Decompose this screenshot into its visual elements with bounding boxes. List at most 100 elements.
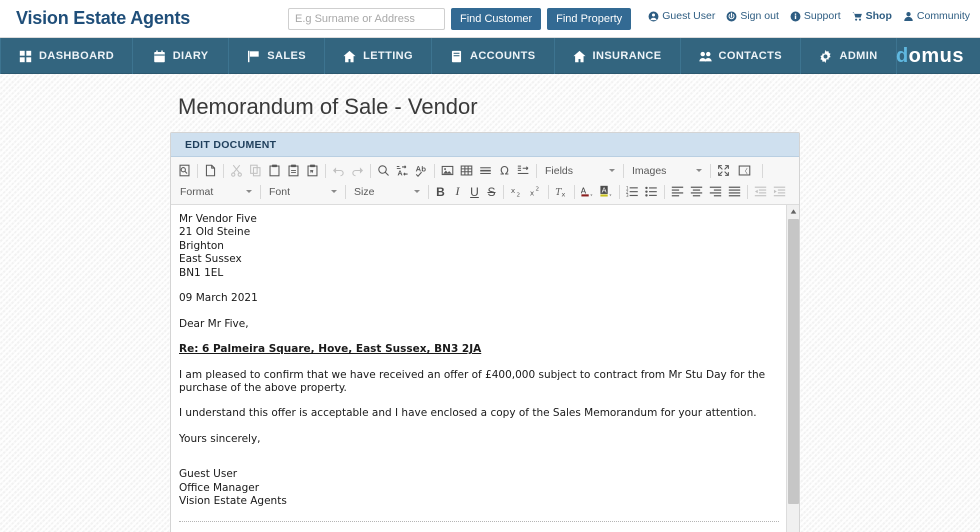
redo-icon[interactable] (348, 162, 367, 180)
person-icon (903, 11, 914, 22)
search-input[interactable] (288, 8, 445, 30)
preview-icon[interactable] (175, 162, 194, 180)
help-button[interactable] (766, 162, 783, 180)
grid-icon (19, 50, 32, 63)
header-search-group: Find Customer Find Property (288, 8, 632, 30)
nav-item-dashboard[interactable]: DASHBOARD (0, 38, 134, 74)
size-dropdown-label: Size (354, 185, 375, 198)
document-scrollbar[interactable] (786, 205, 799, 532)
toolbar-separator (223, 163, 224, 178)
user-circle-icon (648, 11, 659, 22)
page-title: Memorandum of Sale - Vendor (178, 94, 478, 119)
users-icon (698, 50, 712, 63)
paste-word-icon[interactable] (303, 162, 322, 180)
bold-button[interactable]: B (432, 183, 449, 201)
header-link-guest-user[interactable]: Guest User (648, 10, 715, 22)
special-char-icon[interactable]: Ω (495, 162, 514, 180)
align-center-icon[interactable] (687, 183, 706, 201)
subscript-icon[interactable]: x2 (507, 183, 526, 201)
images-dropdown[interactable]: Images (627, 161, 707, 180)
horizontal-rule-icon[interactable] (476, 162, 495, 180)
size-dropdown[interactable]: Size (349, 182, 425, 201)
nav-item-sales[interactable]: SALES (229, 38, 326, 74)
cut-icon[interactable] (227, 162, 246, 180)
document-content[interactable]: Mr Vendor Five 21 Old Steine Brighton Ea… (171, 205, 799, 532)
undo-icon[interactable] (329, 162, 348, 180)
align-justify-icon[interactable] (725, 183, 744, 201)
scroll-up-icon[interactable] (789, 207, 798, 216)
power-icon (726, 11, 737, 22)
toolbar-separator (503, 184, 504, 199)
page-break-icon[interactable] (514, 162, 533, 180)
numbered-list-icon[interactable]: 123 (623, 183, 642, 201)
flag-icon (247, 50, 260, 63)
scrollbar-thumb[interactable] (788, 219, 799, 504)
find-property-button[interactable]: Find Property (547, 8, 632, 30)
toolbar-separator (325, 163, 326, 178)
svg-text:3: 3 (626, 193, 629, 198)
document-date: 09 March 2021 (179, 292, 258, 305)
align-right-icon[interactable] (706, 183, 725, 201)
nav-item-label: LETTING (363, 50, 413, 62)
remove-format-icon[interactable]: Tx (552, 183, 571, 201)
top-header: Vision Estate Agents Find Customer Find … (0, 0, 980, 38)
align-left-icon[interactable] (668, 183, 687, 201)
nav-item-label: CONTACTS (718, 50, 783, 62)
svg-text:x: x (562, 190, 566, 198)
paste-icon[interactable] (265, 162, 284, 180)
fields-dropdown[interactable]: Fields (540, 161, 620, 180)
source-button[interactable]: 〈 (733, 162, 759, 180)
paragraph-memorandum: I understand this offer is acceptable an… (179, 407, 757, 420)
replace-icon[interactable] (393, 162, 412, 180)
header-link-shop[interactable]: Shop (852, 10, 892, 22)
font-dropdown[interactable]: Font (264, 182, 342, 201)
panel-header: EDIT DOCUMENT (171, 133, 799, 157)
bulleted-list-icon[interactable] (642, 183, 661, 201)
paste-text-icon[interactable] (284, 162, 303, 180)
text-color-icon[interactable]: A (578, 183, 597, 201)
strikethrough-button[interactable]: S (483, 183, 500, 201)
document-editor-area[interactable]: Mr Vendor Five 21 Old Steine Brighton Ea… (171, 205, 799, 532)
nav-item-label: DIARY (172, 50, 209, 62)
decrease-indent-icon[interactable] (751, 183, 770, 201)
table-icon[interactable] (457, 162, 476, 180)
spellcheck-icon[interactable] (412, 162, 431, 180)
nav-item-label: INSURANCE (592, 50, 662, 62)
find-icon[interactable] (374, 162, 393, 180)
nav-item-label: ACCOUNTS (469, 50, 536, 62)
nav-item-insurance[interactable]: INSURANCE (555, 38, 681, 74)
toolbar-separator (345, 184, 346, 199)
svg-text:x: x (530, 189, 535, 198)
maximize-icon[interactable] (714, 162, 733, 180)
italic-button[interactable]: I (449, 183, 466, 201)
find-customer-button[interactable]: Find Customer (451, 8, 542, 30)
chevron-down-icon (246, 190, 252, 193)
increase-indent-icon[interactable] (770, 183, 789, 201)
home-icon (343, 50, 356, 63)
image-icon[interactable] (438, 162, 457, 180)
toolbar-separator (548, 184, 549, 199)
header-link-support[interactable]: Support (790, 10, 841, 22)
toolbar-separator (197, 163, 198, 178)
domus-logo[interactable]: domus (896, 45, 964, 68)
header-link-sign-out[interactable]: Sign out (726, 10, 779, 22)
new-page-icon[interactable] (201, 162, 220, 180)
background-color-icon[interactable]: A (597, 183, 616, 201)
svg-text:2: 2 (517, 192, 521, 198)
nav-item-diary[interactable]: DIARY (133, 38, 230, 74)
nav-item-contacts[interactable]: CONTACTS (681, 38, 802, 74)
format-dropdown[interactable]: Format (175, 182, 257, 201)
underline-button[interactable]: U (466, 183, 483, 201)
superscript-icon[interactable]: x2 (526, 183, 545, 201)
nav-item-accounts[interactable]: ACCOUNTS (432, 38, 555, 74)
svg-text:A: A (581, 186, 587, 196)
main-navigation: DASHBOARD DIARY SALES LETTING ACCOUNTS I… (0, 38, 980, 74)
toolbar-separator (623, 163, 624, 178)
copy-icon[interactable] (246, 162, 265, 180)
toolbar-separator (434, 163, 435, 178)
svg-text:2: 2 (536, 187, 540, 193)
header-link-community[interactable]: Community (903, 10, 970, 22)
nav-item-admin[interactable]: ADMIN (801, 38, 898, 74)
nav-item-letting[interactable]: LETTING (325, 38, 432, 74)
calendar-icon (153, 49, 166, 63)
